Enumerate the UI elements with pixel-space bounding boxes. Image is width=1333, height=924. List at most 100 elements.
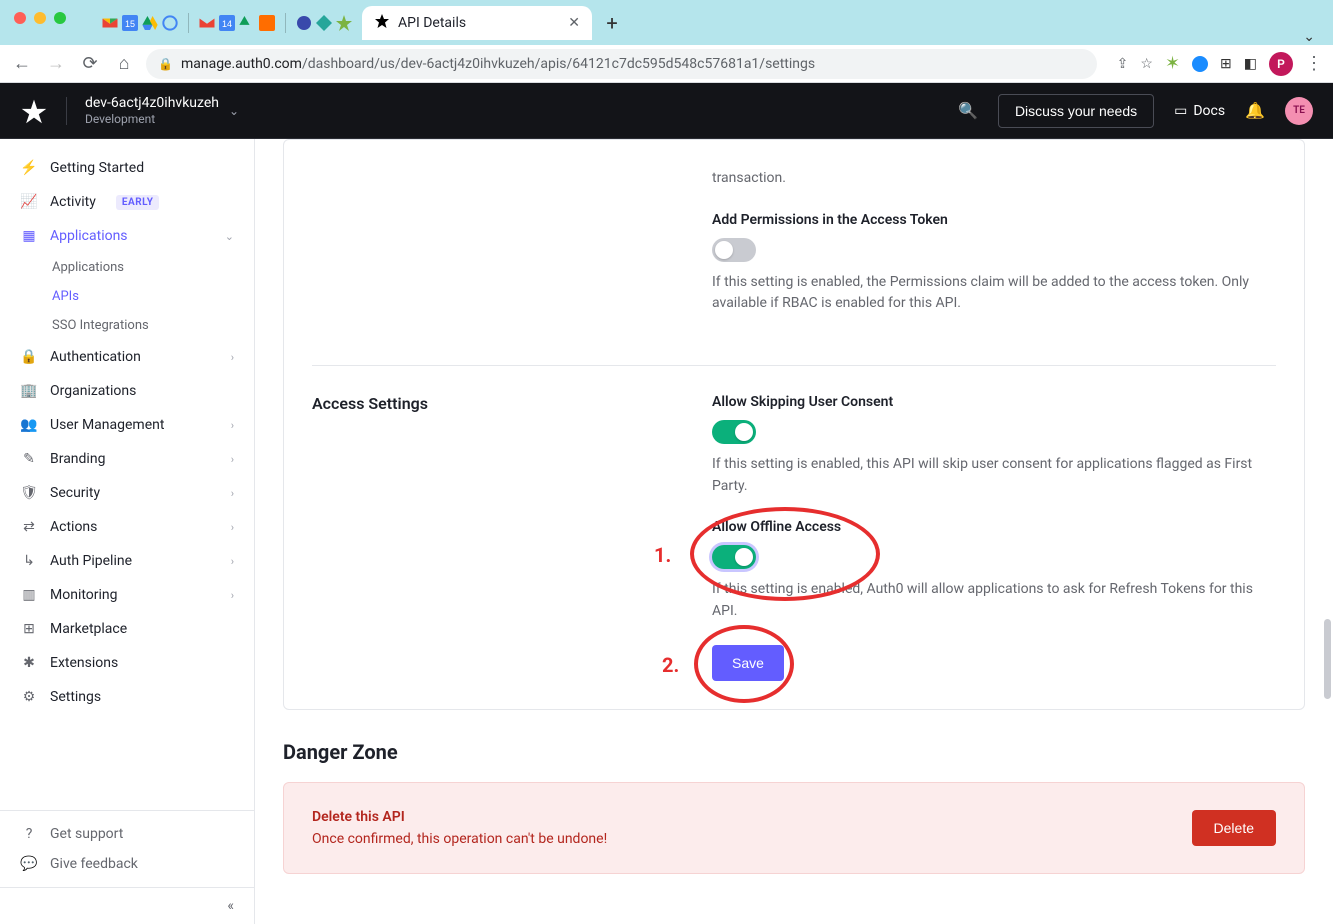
sidebar-subitem-applications[interactable]: Applications (0, 253, 254, 282)
profile-avatar[interactable]: P (1269, 52, 1293, 76)
pinned-tab-diamond-icon[interactable] (314, 13, 334, 33)
sidebar-subitem-apis[interactable]: APIs (0, 282, 254, 311)
sidebar-item-label: Auth Pipeline (50, 553, 132, 569)
pinned-tab-calendar2-icon[interactable]: 14 (217, 13, 237, 33)
partial-prev-desc: transaction. (712, 168, 1276, 190)
tenant-name: dev-6actj4z0ihvkuzeh (85, 95, 219, 112)
search-icon[interactable]: 🔍 (958, 101, 978, 120)
svg-text:14: 14 (222, 19, 232, 29)
auth0-favicon-icon (374, 13, 390, 33)
sidebar-item-extensions[interactable]: ✱ Extensions (0, 646, 254, 680)
lock-icon: 🔒 (158, 57, 173, 71)
pinned-tab-gmail-icon[interactable] (100, 13, 120, 33)
chrome-menu-icon[interactable]: ⋮ (1305, 53, 1323, 74)
home-button[interactable]: ⌂ (112, 53, 136, 74)
tabs-dropdown-icon[interactable]: ⌄ (1303, 29, 1323, 45)
extension-sparkle-icon[interactable]: ✶ (1165, 53, 1180, 74)
scrollbar-thumb[interactable] (1324, 619, 1331, 699)
get-support-link[interactable]: ? Get support (0, 819, 254, 849)
delete-button[interactable]: Delete (1192, 810, 1276, 846)
bars-icon: ▥ (20, 587, 38, 603)
sidebar-item-user-management[interactable]: 👥User Management› (0, 408, 254, 442)
give-feedback-link[interactable]: 💬 Give feedback (0, 849, 254, 879)
new-tab-button[interactable]: + (598, 9, 626, 37)
chevrons-left-icon: « (227, 898, 234, 914)
discuss-needs-button[interactable]: Discuss your needs (998, 94, 1154, 128)
chevron-down-icon: › (231, 521, 234, 534)
sidebar-item-monitoring[interactable]: ▥ Monitoring › (0, 578, 254, 612)
sidebar-subitem-sso-integrations[interactable]: SSO Integrations (0, 311, 254, 340)
back-button[interactable]: ← (10, 53, 34, 74)
close-tab-icon[interactable]: ✕ (568, 15, 580, 31)
puzzle-icon: ✱ (20, 655, 38, 671)
url-bar[interactable]: 🔒 manage.auth0.com/dashboard/us/dev-6act… (146, 49, 1097, 79)
delete-api-message: Once confirmed, this operation can't be … (312, 831, 1172, 847)
save-button[interactable]: Save (712, 645, 784, 681)
docs-link[interactable]: ▭ Docs (1174, 103, 1225, 119)
auth0-header: dev-6actj4z0ihvkuzeh Development ⌄ 🔍 Dis… (0, 83, 1333, 139)
book-icon: ▭ (1174, 103, 1187, 119)
brush-icon: ✎ (20, 451, 38, 467)
sidebar-item-organizations[interactable]: 🏢Organizations (0, 374, 254, 408)
offline-access-desc: If this setting is enabled, Auth0 will a… (712, 579, 1276, 622)
pinned-tab-google-icon[interactable] (160, 13, 180, 33)
sidebar-item-getting-started[interactable]: ⚡Getting Started (0, 151, 254, 185)
sidebar-item-applications[interactable]: ▦Applications⌄ (0, 219, 254, 253)
sidebar-item-actions[interactable]: ⇄Actions› (0, 510, 254, 544)
tenant-switcher[interactable]: dev-6actj4z0ihvkuzeh Development ⌄ (85, 95, 239, 126)
side-panel-icon[interactable]: ◧ (1244, 56, 1257, 72)
pinned-tab-gmail2-icon[interactable] (197, 13, 217, 33)
url-path: /dashboard/us/dev-6actj4z0ihvkuzeh/apis/… (302, 56, 815, 72)
close-window-icon[interactable] (14, 12, 26, 24)
chevron-down-icon: › (231, 589, 234, 602)
chevron-down-icon: › (231, 351, 234, 364)
skip-consent-toggle[interactable] (712, 420, 756, 444)
active-tab[interactable]: API Details ✕ (362, 6, 592, 40)
help-icon: ? (20, 826, 38, 842)
maximize-window-icon[interactable] (54, 12, 66, 24)
sidebar-item-auth-pipeline[interactable]: ↳Auth Pipeline› (0, 544, 254, 578)
extension-1password-icon[interactable] (1192, 56, 1208, 72)
main-content: transaction. Add Permissions in the Acce… (255, 139, 1333, 924)
collapse-sidebar-button[interactable]: « (0, 887, 254, 924)
users-icon: 👥 (20, 417, 38, 433)
bookmark-icon[interactable]: ☆ (1140, 56, 1153, 72)
danger-zone-heading: Danger Zone (283, 740, 1305, 764)
bell-icon[interactable]: 🔔 (1245, 101, 1265, 120)
pinned-tab-calendar-icon[interactable]: 15 (120, 13, 140, 33)
sidebar-item-label: Authentication (50, 349, 141, 365)
sidebar-item-branding[interactable]: ✎Branding› (0, 442, 254, 476)
pinned-tabs-row: 15 14 API Details ✕ + (100, 0, 626, 45)
share-icon[interactable]: ⇪ (1117, 56, 1129, 72)
bolt-icon: ⚡ (20, 160, 38, 176)
extensions-menu-icon[interactable]: ⊞ (1220, 56, 1232, 72)
sidebar-item-label: Monitoring (50, 587, 118, 603)
pinned-tab-drive2-icon[interactable] (237, 13, 257, 33)
auth0-logo-icon[interactable] (20, 97, 48, 125)
sidebar-item-marketplace[interactable]: ⊞Marketplace (0, 612, 254, 646)
pinned-tab-circle-icon[interactable] (294, 13, 314, 33)
pinned-tab-orange-icon[interactable] (257, 13, 277, 33)
sidebar-item-label: User Management (50, 417, 164, 433)
sidebar-item-label: Marketplace (50, 621, 127, 637)
user-avatar[interactable]: TE (1285, 97, 1313, 125)
tab-title: API Details (398, 15, 466, 31)
sidebar-item-activity[interactable]: 📈ActivityEARLY (0, 185, 254, 219)
svg-text:15: 15 (125, 19, 135, 29)
pinned-tab-star-icon[interactable] (334, 13, 354, 33)
chevron-down-icon: › (231, 555, 234, 568)
permissions-toggle[interactable] (712, 238, 756, 262)
minimize-window-icon[interactable] (34, 12, 46, 24)
sidebar-item-settings[interactable]: ⚙Settings (0, 680, 254, 714)
sidebar-item-label: Extensions (50, 655, 118, 671)
sidebar-item-label: Actions (50, 519, 97, 535)
sidebar-item-authentication[interactable]: 🔒 Authentication › (0, 340, 254, 374)
sidebar-item-security[interactable]: 🛡Security› (0, 476, 254, 510)
lock-icon: 🔒 (20, 349, 38, 365)
sidebar-item-label: Branding (50, 451, 105, 467)
forward-button: → (44, 53, 68, 74)
delete-api-title: Delete this API (312, 809, 1172, 825)
offline-access-toggle[interactable] (712, 545, 756, 569)
pinned-tab-drive-icon[interactable] (140, 13, 160, 33)
reload-button[interactable]: ⟳ (78, 53, 102, 74)
